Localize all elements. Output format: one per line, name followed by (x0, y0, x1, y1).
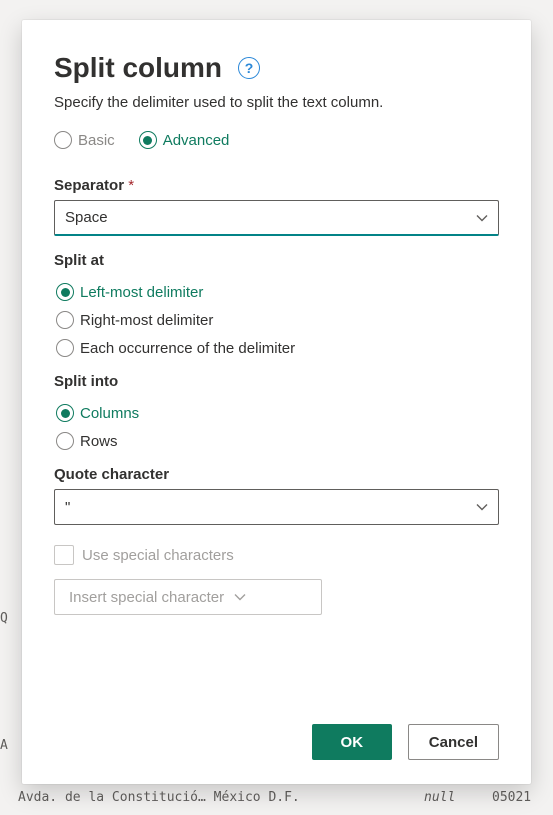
cancel-button[interactable]: Cancel (408, 724, 499, 760)
bg-cell: null (424, 790, 455, 805)
split-into-rows-radio[interactable]: Rows (56, 432, 499, 450)
mode-radio-group: Basic Advanced (54, 131, 499, 149)
chevron-down-icon (234, 591, 246, 603)
split-into-label: Split into (54, 373, 499, 390)
ok-button[interactable]: OK (312, 724, 392, 760)
dialog-header: Split column ? (54, 52, 499, 84)
dialog-footer: OK Cancel (54, 700, 499, 760)
quote-label: Quote character (54, 466, 499, 483)
chevron-down-icon (476, 212, 488, 224)
radio-label: Basic (78, 132, 115, 149)
bg-cell: A (0, 738, 8, 753)
radio-icon (56, 432, 74, 450)
radio-label: Right-most delimiter (80, 312, 213, 329)
insert-special-char-dropdown: Insert special character (54, 579, 322, 615)
dialog-title: Split column (54, 52, 222, 84)
radio-icon (56, 311, 74, 329)
radio-label: Rows (80, 433, 118, 450)
radio-icon (139, 131, 157, 149)
split-at-rightmost-radio[interactable]: Right-most delimiter (56, 311, 499, 329)
split-at-label: Split at (54, 252, 499, 269)
use-special-chars-checkbox[interactable]: Use special characters (54, 545, 499, 565)
split-at-each-radio[interactable]: Each occurrence of the delimiter (56, 339, 499, 357)
split-column-dialog: Split column ? Specify the delimiter use… (22, 20, 531, 784)
radio-icon (56, 404, 74, 422)
bg-cell: Q (0, 611, 8, 626)
bg-cell: Avda. de la Constitució… México D.F. (18, 790, 300, 805)
mode-advanced-radio[interactable]: Advanced (139, 131, 230, 149)
radio-label: Each occurrence of the delimiter (80, 340, 295, 357)
mode-basic-radio[interactable]: Basic (54, 131, 115, 149)
split-into-columns-radio[interactable]: Columns (56, 404, 499, 422)
split-at-group: Left-most delimiter Right-most delimiter… (54, 283, 499, 357)
dialog-description: Specify the delimiter used to split the … (54, 94, 499, 111)
radio-label: Left-most delimiter (80, 284, 203, 301)
help-icon[interactable]: ? (238, 57, 260, 79)
special-dd-label: Insert special character (69, 589, 224, 606)
radio-icon (54, 131, 72, 149)
radio-label: Advanced (163, 132, 230, 149)
quote-value: " (65, 499, 70, 516)
quote-dropdown[interactable]: " (54, 489, 499, 525)
chevron-down-icon (476, 501, 488, 513)
required-star: * (128, 177, 134, 194)
checkbox-label: Use special characters (82, 547, 234, 564)
radio-icon (56, 339, 74, 357)
split-at-leftmost-radio[interactable]: Left-most delimiter (56, 283, 499, 301)
radio-label: Columns (80, 405, 139, 422)
separator-dropdown[interactable]: Space (54, 200, 499, 236)
bg-cell: 05021 (492, 790, 531, 805)
checkbox-icon (54, 545, 74, 565)
separator-value: Space (65, 209, 108, 226)
split-into-group: Columns Rows (54, 404, 499, 450)
help-glyph: ? (245, 60, 254, 76)
separator-label: Separator * (54, 177, 499, 194)
radio-icon (56, 283, 74, 301)
